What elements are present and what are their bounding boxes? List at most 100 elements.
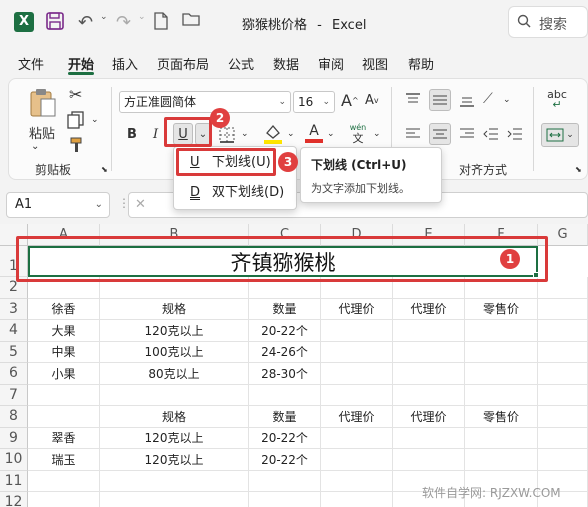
cell-a8[interactable] <box>28 406 100 428</box>
paste-icon[interactable] <box>27 87 59 119</box>
cell-g7[interactable] <box>538 384 588 406</box>
cell-g3[interactable] <box>538 298 588 320</box>
italic-button[interactable]: I <box>153 127 158 142</box>
cell-b10[interactable]: 120克以上 <box>100 449 249 471</box>
cell-a3[interactable]: 徐香 <box>28 298 100 320</box>
cell-b6[interactable]: 80克以上 <box>100 363 249 385</box>
tab-page-layout[interactable]: 页面布局 <box>157 54 209 73</box>
redo-dropdown-icon[interactable]: ⌄ <box>138 12 146 22</box>
cell-b7[interactable] <box>100 384 249 406</box>
row-header-8[interactable]: 8 <box>0 406 28 428</box>
cell-g10[interactable] <box>538 449 588 471</box>
alignment-launcher-icon[interactable]: ⬊ <box>575 165 582 174</box>
cell-c10[interactable]: 20-22个 <box>249 449 321 471</box>
cell-d10[interactable] <box>321 449 393 471</box>
cell-d6[interactable] <box>321 363 393 385</box>
menu-item-double-underline[interactable]: D 双下划线(D) <box>178 181 294 205</box>
cell-c9[interactable]: 20-22个 <box>249 427 321 449</box>
save-icon[interactable] <box>46 12 64 30</box>
paste-label[interactable]: 粘贴 <box>29 123 55 142</box>
cell-a4[interactable]: 大果 <box>28 320 100 342</box>
cell-e9[interactable] <box>393 427 465 449</box>
cell-c12[interactable] <box>249 492 321 507</box>
row-header-4[interactable]: 4 <box>0 320 28 342</box>
cell-b9[interactable]: 120克以上 <box>100 427 249 449</box>
phonetic-guide-button[interactable]: wén 文 <box>347 121 369 145</box>
open-folder-icon[interactable] <box>182 12 200 26</box>
decrease-indent-icon[interactable] <box>483 127 499 141</box>
wrap-text-button[interactable]: abc ↵ <box>545 89 569 111</box>
cell-a11[interactable] <box>28 470 100 492</box>
increase-indent-icon[interactable] <box>507 127 523 141</box>
cell-a7[interactable] <box>28 384 100 406</box>
cell-d7[interactable] <box>321 384 393 406</box>
bold-button[interactable]: B <box>127 127 137 142</box>
cell-e7[interactable] <box>393 384 465 406</box>
grow-font-icon[interactable]: A ^ <box>341 91 359 110</box>
cell-e6[interactable] <box>393 363 465 385</box>
cell-f8[interactable]: 零售价 <box>465 406 538 428</box>
phonetic-dropdown-icon[interactable]: ⌄ <box>373 129 381 139</box>
format-painter-icon[interactable] <box>69 137 85 153</box>
tab-file[interactable]: 文件 <box>18 54 44 73</box>
cell-f9[interactable] <box>465 427 538 449</box>
tab-data[interactable]: 数据 <box>273 54 299 73</box>
cell-a5[interactable]: 中果 <box>28 341 100 363</box>
row-header-3[interactable]: 3 <box>0 298 28 320</box>
row-header-12[interactable]: 12 <box>0 492 28 507</box>
cell-b8[interactable]: 规格 <box>100 406 249 428</box>
cell-b3[interactable]: 规格 <box>100 298 249 320</box>
cell-a12[interactable] <box>28 492 100 507</box>
orientation-dropdown-icon[interactable]: ⌄ <box>503 95 511 105</box>
merge-center-button[interactable]: ⌄ <box>541 123 579 147</box>
cell-g5[interactable] <box>538 341 588 363</box>
fill-color-icon[interactable] <box>263 123 283 145</box>
cell-c3[interactable]: 数量 <box>249 298 321 320</box>
cell-c4[interactable]: 20-22个 <box>249 320 321 342</box>
cell-d9[interactable] <box>321 427 393 449</box>
cell-e5[interactable] <box>393 341 465 363</box>
tab-help[interactable]: 帮助 <box>408 54 434 73</box>
tab-home[interactable]: 开始 <box>68 54 94 73</box>
cut-icon[interactable]: ✂ <box>69 85 82 104</box>
new-file-icon[interactable] <box>154 12 168 30</box>
tab-view[interactable]: 视图 <box>362 54 388 73</box>
borders-icon[interactable] <box>219 127 235 143</box>
shrink-font-icon[interactable]: Av <box>365 93 379 108</box>
clipboard-launcher-icon[interactable]: ⬊ <box>101 165 108 174</box>
cell-d5[interactable] <box>321 341 393 363</box>
cell-d12[interactable] <box>321 492 393 507</box>
cell-c6[interactable]: 28-30个 <box>249 363 321 385</box>
cell-g4[interactable] <box>538 320 588 342</box>
align-bottom-icon[interactable] <box>459 93 475 107</box>
align-left-icon[interactable] <box>405 127 421 141</box>
cell-c5[interactable]: 24-26个 <box>249 341 321 363</box>
row-header-10[interactable]: 10 <box>0 449 28 471</box>
cell-c7[interactable] <box>249 384 321 406</box>
cell-e3[interactable]: 代理价 <box>393 298 465 320</box>
cell-e10[interactable] <box>393 449 465 471</box>
cancel-icon[interactable]: ✕ <box>135 197 146 212</box>
row-header-5[interactable]: 5 <box>0 341 28 363</box>
cell-f5[interactable] <box>465 341 538 363</box>
cell-b5[interactable]: 100克以上 <box>100 341 249 363</box>
row-header-9[interactable]: 9 <box>0 427 28 449</box>
copy-icon[interactable] <box>67 111 85 129</box>
cell-f4[interactable] <box>465 320 538 342</box>
row-header-11[interactable]: 11 <box>0 470 28 492</box>
align-top-icon[interactable] <box>405 93 421 107</box>
cell-a6[interactable]: 小果 <box>28 363 100 385</box>
cell-f7[interactable] <box>465 384 538 406</box>
cell-d11[interactable] <box>321 470 393 492</box>
search-box[interactable]: 搜索 <box>508 6 588 38</box>
cell-f3[interactable]: 零售价 <box>465 298 538 320</box>
cell-c11[interactable] <box>249 470 321 492</box>
fill-color-dropdown-icon[interactable]: ⌄ <box>287 129 295 139</box>
cell-d3[interactable]: 代理价 <box>321 298 393 320</box>
tab-formulas[interactable]: 公式 <box>228 54 254 73</box>
row-header-7[interactable]: 7 <box>0 384 28 406</box>
cell-f6[interactable] <box>465 363 538 385</box>
font-color-button[interactable]: A <box>305 121 323 145</box>
borders-dropdown-icon[interactable]: ⌄ <box>241 129 249 139</box>
cell-d8[interactable]: 代理价 <box>321 406 393 428</box>
